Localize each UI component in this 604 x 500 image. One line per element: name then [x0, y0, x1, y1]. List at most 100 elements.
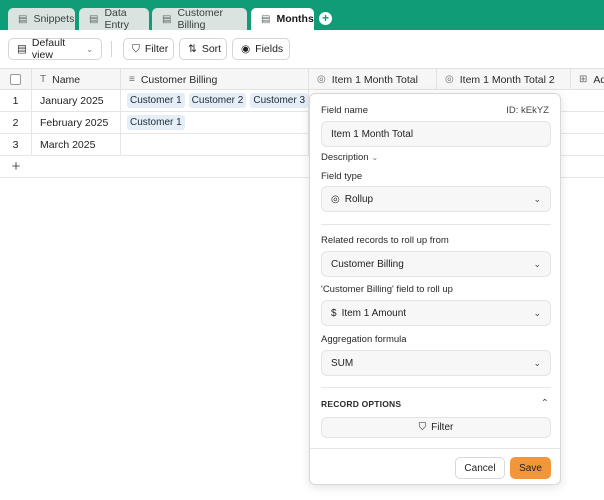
related-records-label: Related records to roll up from — [321, 235, 449, 246]
select-all-checkbox[interactable] — [10, 74, 21, 85]
column-header-item-total-2[interactable]: ◎ Item 1 Month Total 2 — [437, 69, 571, 90]
description-toggle[interactable]: Description ⌄ — [321, 152, 378, 163]
chevron-down-icon: ⌄ — [533, 259, 541, 269]
customer-billing-cell[interactable]: Customer 1 — [121, 112, 309, 133]
row-number: 1 — [0, 90, 32, 111]
chevron-down-icon: ⌄ — [86, 44, 93, 54]
rollup-icon: ◎ — [445, 74, 454, 85]
column-label: Item 1 Month Total — [331, 73, 418, 86]
add-column-button[interactable]: ⊞ Ad — [571, 69, 604, 90]
divider — [321, 224, 551, 225]
tab-label: Customer Billing — [177, 7, 223, 31]
sort-icon: ⇅ — [188, 43, 197, 55]
rollup-icon: ◎ — [317, 74, 326, 85]
filter-button[interactable]: ⛉ Filter — [123, 38, 174, 60]
table-tab-bar: ▤ Snippets ▤ Data Entry ▤ Customer Billi… — [0, 0, 604, 31]
grid-view-icon: ▤ — [17, 43, 27, 55]
sort-label: Sort — [201, 43, 222, 55]
view-toolbar: ▤ Default view ⌄ ⛉ Filter ⇅ Sort ◉ Field… — [0, 30, 604, 66]
currency-icon: $ — [331, 307, 337, 319]
customer-billing-cell[interactable]: Customer 1 Customer 2 Customer 3 — [121, 90, 309, 111]
aggregation-value: SUM — [331, 357, 354, 369]
name-cell[interactable]: February 2025 — [32, 112, 121, 133]
column-label: Ad — [593, 73, 604, 86]
customer-billing-cell[interactable] — [121, 134, 309, 155]
divider — [310, 448, 560, 449]
chevron-down-icon: ⌄ — [533, 194, 541, 204]
fields-label: Fields — [255, 43, 284, 55]
view-selector-button[interactable]: ▤ Default view ⌄ — [8, 37, 102, 61]
select-all-cell — [0, 69, 32, 90]
rollup-field-select[interactable]: $ Item 1 Amount ⌄ — [321, 300, 551, 326]
linked-record-chip[interactable]: Customer 2 — [188, 93, 247, 108]
add-column-icon: ⊞ — [579, 74, 588, 85]
field-type-select[interactable]: ◎ Rollup ⌄ — [321, 186, 551, 212]
filter-icon: ⛉ — [132, 42, 140, 55]
column-header-item-total[interactable]: ◎ Item 1 Month Total — [309, 69, 437, 90]
column-label: Item 1 Month Total 2 — [459, 73, 555, 86]
name-cell[interactable]: March 2025 — [32, 134, 121, 155]
record-options-heading: RECORD OPTIONS — [321, 399, 402, 409]
field-config-panel: Field name ID: kEkYZ Item 1 Month Total … — [309, 93, 561, 485]
column-header-customer-billing[interactable]: ≡ Customer Billing — [121, 69, 309, 90]
field-name-value: Item 1 Month Total — [331, 128, 414, 140]
aggregation-select[interactable]: SUM ⌄ — [321, 350, 551, 376]
record-filter-button[interactable]: ⛉ Filter — [321, 417, 551, 438]
aggregation-label: Aggregation formula — [321, 334, 407, 345]
rollup-icon: ◎ — [331, 193, 340, 205]
tab-label: Data Entry — [104, 7, 129, 31]
chevron-up-icon[interactable]: ⌃ — [541, 398, 549, 409]
empty-cell[interactable] — [561, 90, 604, 111]
tab-data-entry[interactable]: ▤ Data Entry — [79, 7, 149, 31]
row-number: 2 — [0, 112, 32, 133]
chevron-down-icon: ⌄ — [533, 308, 541, 318]
text-field-icon: T — [40, 74, 47, 85]
field-name-label: Field name — [321, 105, 368, 116]
empty-cell[interactable] — [561, 112, 604, 133]
table-icon: ▤ — [89, 13, 99, 25]
eye-icon: ◉ — [241, 43, 251, 55]
field-type-label: Field type — [321, 171, 363, 182]
chevron-down-icon: ⌄ — [533, 358, 541, 368]
tab-customer-billing[interactable]: ▤ Customer Billing — [152, 7, 247, 31]
rollup-field-label: 'Customer Billing' field to roll up — [321, 284, 453, 295]
table-icon: ▤ — [261, 13, 271, 25]
field-name-input[interactable]: Item 1 Month Total — [321, 121, 551, 147]
cancel-button[interactable]: Cancel — [455, 457, 505, 479]
related-records-select[interactable]: Customer Billing ⌄ — [321, 251, 551, 277]
column-label: Name — [52, 73, 81, 86]
row-number: 3 — [0, 134, 32, 155]
toolbar-divider — [111, 41, 112, 57]
filter-label: Filter — [144, 43, 169, 55]
tab-snippets[interactable]: ▤ Snippets — [8, 8, 75, 30]
view-label: Default view — [31, 37, 66, 61]
record-filter-label: Filter — [431, 422, 454, 433]
filter-icon: ⛉ — [418, 422, 427, 433]
field-id-text: ID: kEkYZ — [506, 105, 549, 116]
table-icon: ▤ — [18, 13, 28, 25]
column-header-name[interactable]: T Name — [32, 69, 121, 90]
add-row-icon[interactable]: + — [0, 156, 32, 177]
linked-record-chip[interactable]: Customer 1 — [127, 115, 185, 130]
tab-months[interactable]: ▤ Months — [251, 8, 314, 30]
linked-record-chip[interactable]: Customer 3 — [250, 93, 309, 108]
save-button[interactable]: Save — [510, 457, 551, 479]
chevron-down-icon: ⌄ — [371, 153, 379, 162]
related-records-value: Customer Billing — [331, 258, 404, 270]
rollup-field-value: Item 1 Amount — [341, 307, 407, 319]
tab-label: Months — [276, 13, 314, 25]
fields-button[interactable]: ◉ Fields — [232, 38, 290, 60]
divider — [321, 387, 551, 388]
name-cell[interactable]: January 2025 — [32, 90, 121, 111]
field-type-value: Rollup — [344, 193, 374, 205]
sort-button[interactable]: ⇅ Sort — [179, 38, 227, 60]
add-tab-button[interactable]: + — [319, 12, 332, 25]
column-label: Customer Billing — [140, 73, 218, 86]
header-row: T Name ≡ Customer Billing ◎ Item 1 Month… — [0, 68, 604, 90]
tab-label: Snippets — [33, 13, 75, 25]
description-label: Description — [321, 152, 369, 163]
linked-record-icon: ≡ — [129, 74, 135, 85]
table-icon: ▤ — [162, 13, 172, 25]
empty-cell[interactable] — [561, 134, 604, 155]
linked-record-chip[interactable]: Customer 1 — [127, 93, 185, 108]
